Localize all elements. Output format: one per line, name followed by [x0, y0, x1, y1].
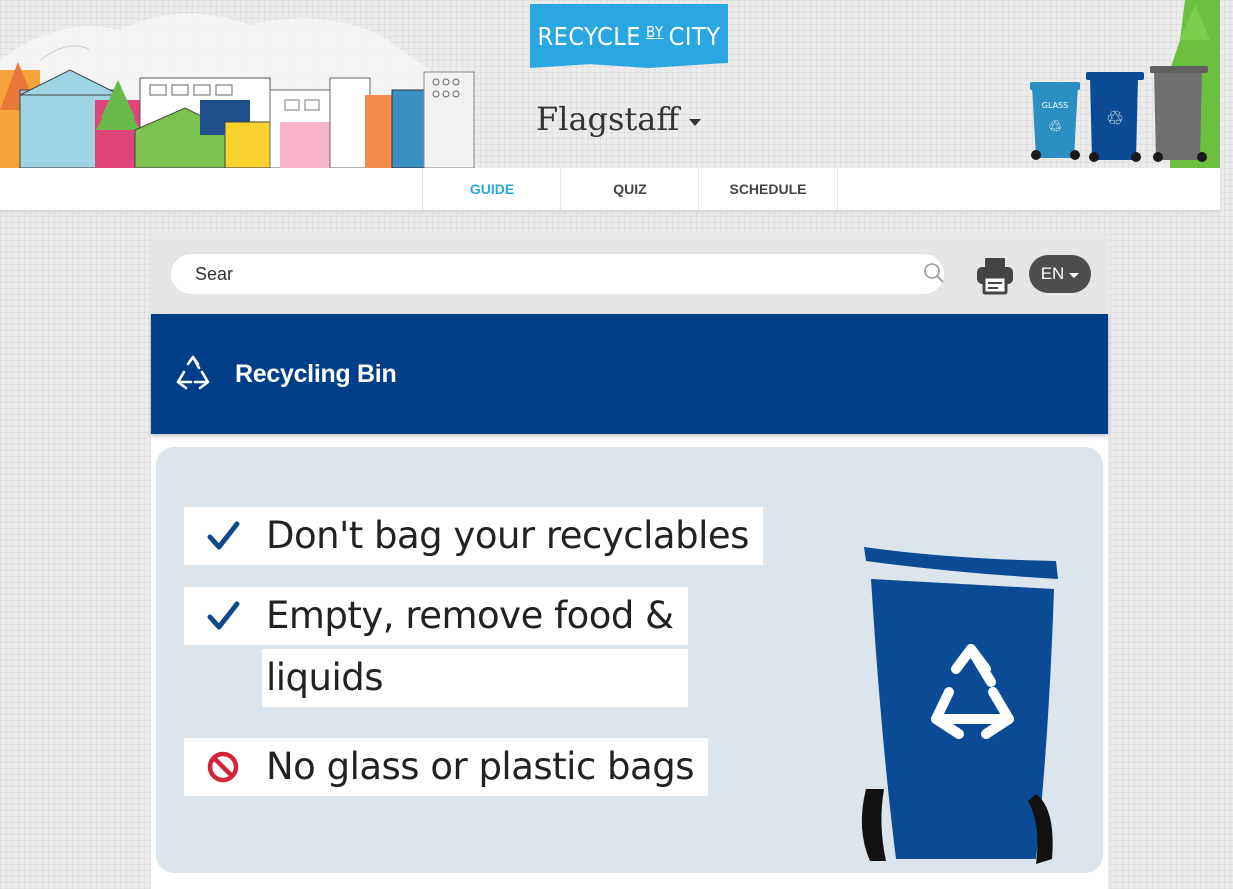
language-label: EN [1040, 264, 1065, 283]
search-input[interactable] [170, 253, 945, 295]
tab-quiz[interactable]: QUIZ [560, 168, 699, 210]
no-icon [184, 738, 262, 796]
search-bar: EN [151, 233, 1108, 314]
guide-panel: EN Recycling Bin Don't bag your recyclab… [151, 233, 1108, 889]
tip-item: Don't bag your recyclables [184, 507, 763, 565]
tip-item: Empty, remove food & liquids [184, 587, 688, 707]
svg-text:♲: ♲ [1106, 106, 1124, 130]
logo-text-recycle: RECYCLE [537, 21, 641, 51]
city-skyline-illustration [0, 13, 475, 168]
svg-text:♲: ♲ [1048, 117, 1062, 136]
recyclebycity-logo[interactable]: RECYCLE BY CITY [530, 4, 728, 68]
check-icon [184, 587, 262, 645]
site-header: RECYCLE BY CITY Flagstaff GLASS ♲ ♲ GUID… [0, 0, 1233, 211]
logo-text-by: BY [645, 23, 664, 41]
bin-title: Recycling Bin [235, 359, 397, 388]
chevron-down-icon [689, 118, 702, 126]
city-selector[interactable]: Flagstaff [536, 100, 702, 138]
recycle-icon [176, 355, 210, 390]
tab-schedule[interactable]: SCHEDULE [698, 168, 838, 210]
tip-text: liquids [262, 649, 688, 707]
check-icon [184, 507, 262, 565]
tip-item: No glass or plastic bags [184, 738, 708, 796]
bin-tips-card: Don't bag your recyclables Empty, remove… [156, 447, 1103, 873]
logo-text-city: CITY [668, 21, 721, 51]
bins-illustration-glass-label: GLASS [1042, 101, 1068, 110]
language-selector[interactable]: EN [1029, 255, 1091, 293]
recycling-bin-illustration [861, 547, 1058, 864]
tab-guide[interactable]: GUIDE [422, 168, 561, 210]
search-icon[interactable] [922, 261, 946, 285]
main-nav: GUIDE QUIZ SCHEDULE [0, 168, 1220, 211]
chevron-down-icon [1069, 272, 1080, 278]
tip-text: No glass or plastic bags [262, 738, 708, 796]
city-name: Flagstaff [536, 100, 680, 138]
tip-text: Don't bag your recyclables [262, 507, 763, 565]
printer-icon[interactable] [975, 255, 1015, 295]
bins-illustration: GLASS ♲ ♲ [1030, 0, 1220, 168]
tip-text: Empty, remove food & [262, 587, 688, 645]
bin-section-header[interactable]: Recycling Bin [151, 314, 1108, 434]
